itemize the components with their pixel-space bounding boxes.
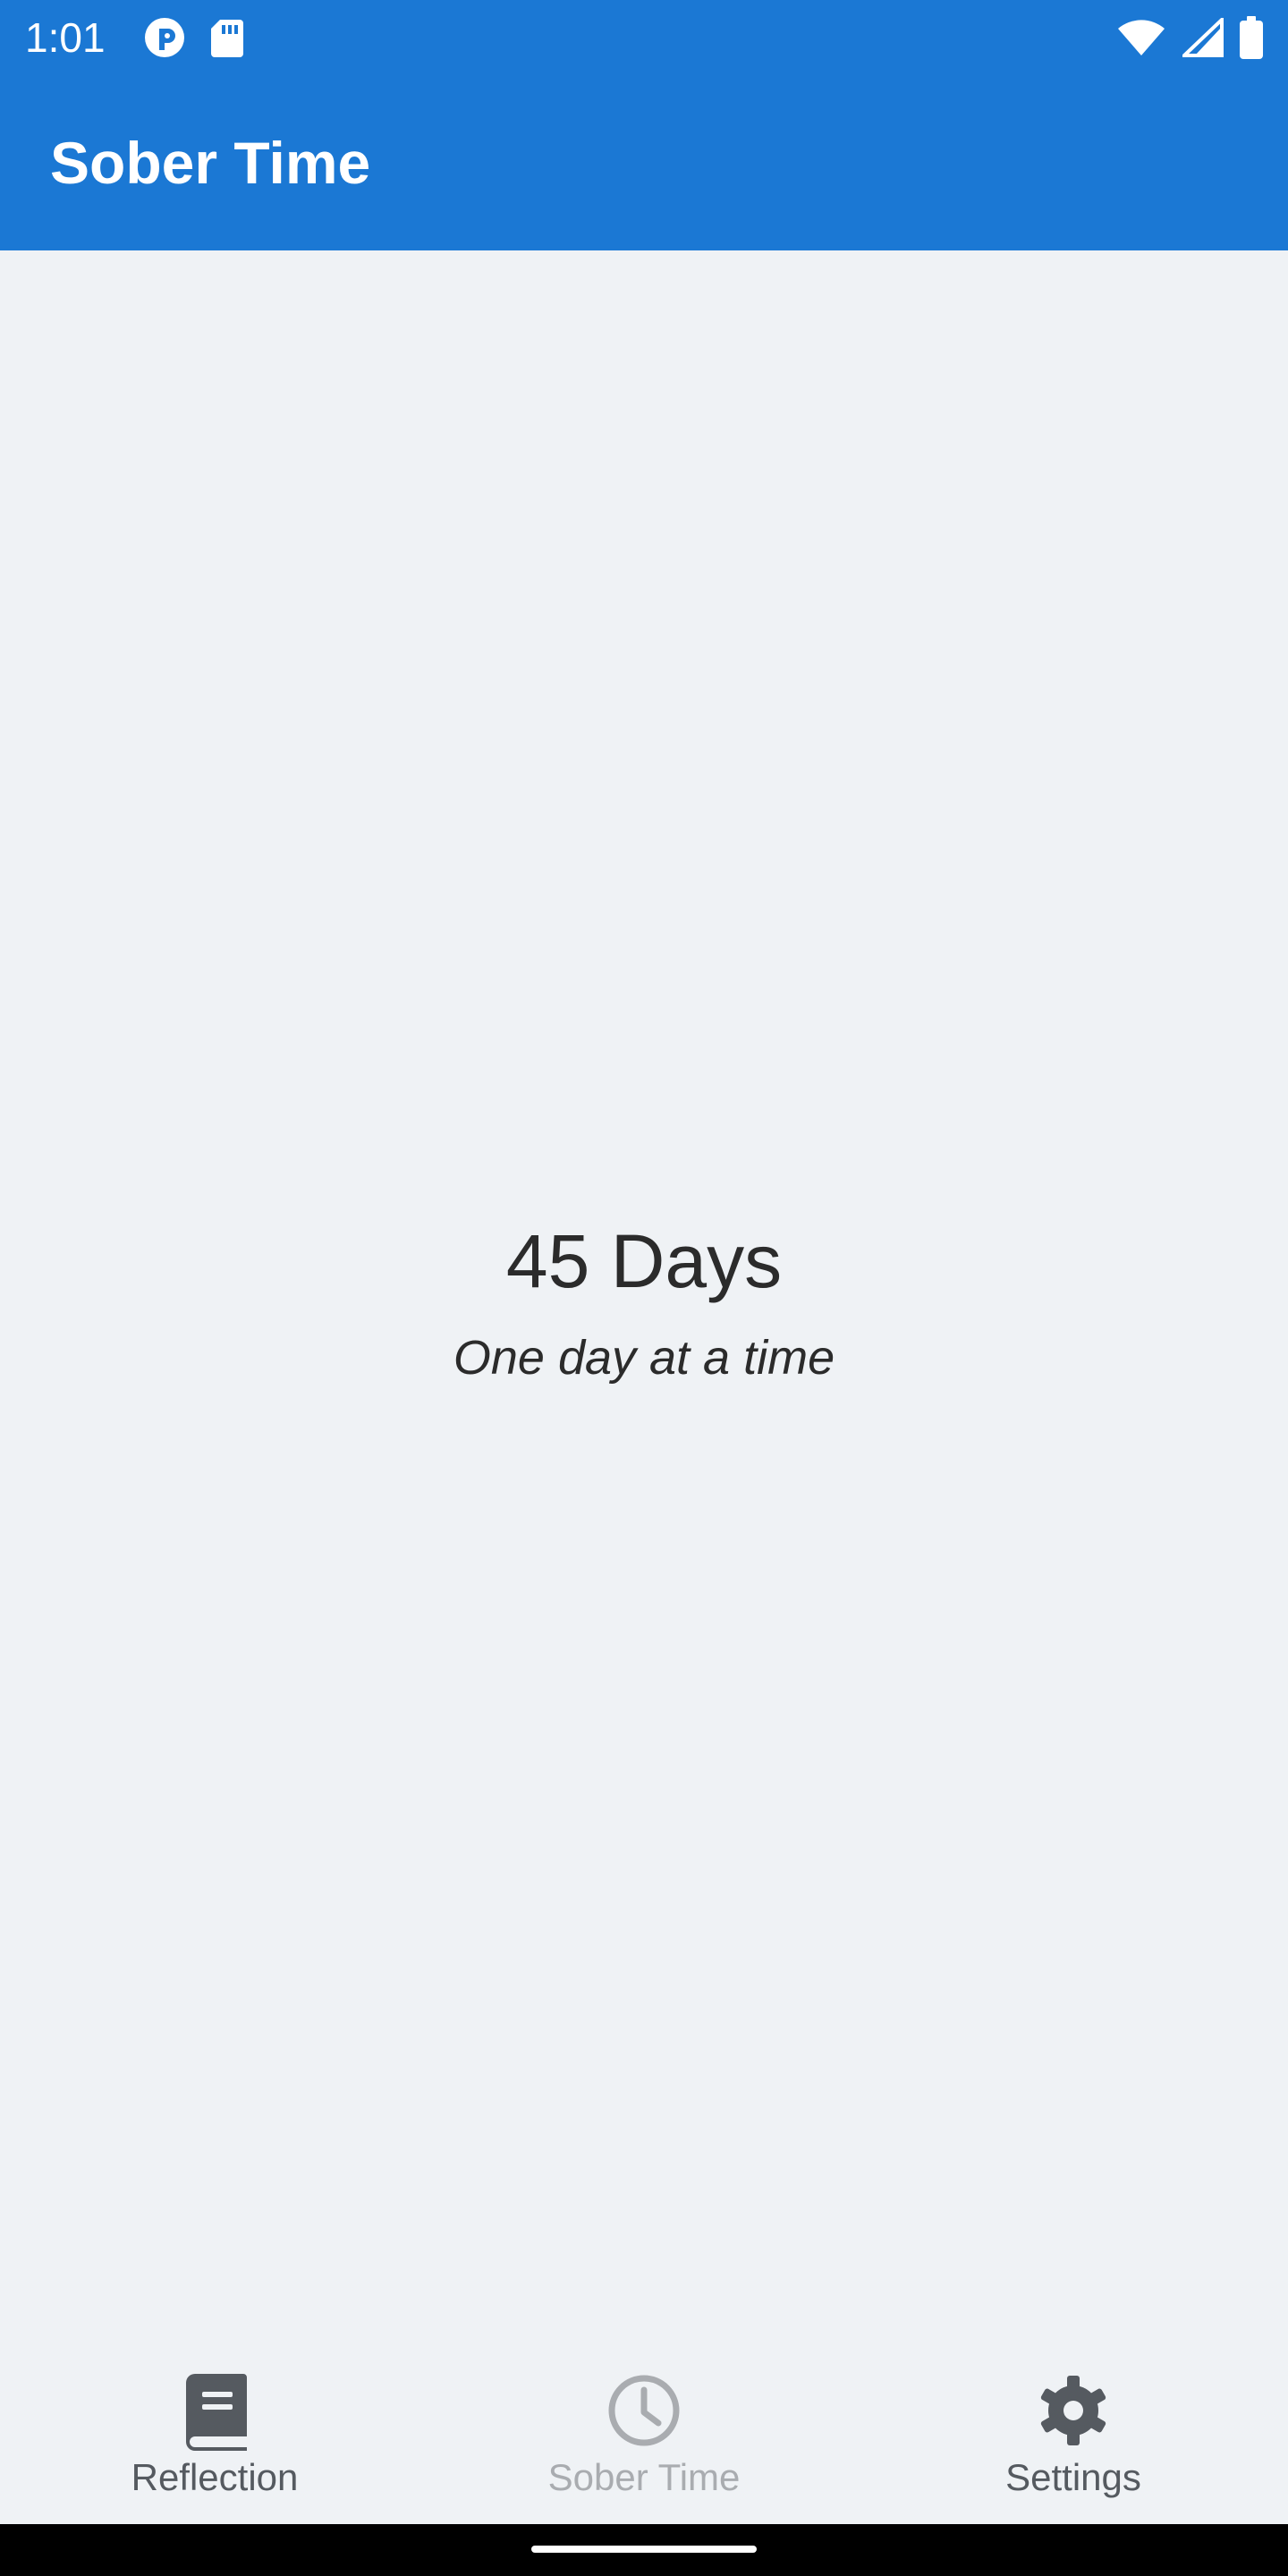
status-right-icons [1116, 16, 1263, 59]
app-root: 1:01 Sober Time 45 Days One day at a tim… [0, 0, 1288, 2576]
cell-signal-icon [1182, 18, 1224, 57]
nav-label-reflection: Reflection [131, 2456, 299, 2498]
system-navigation-bar [0, 2524, 1288, 2576]
status-time: 1:01 [25, 14, 106, 61]
sd-card-icon [209, 16, 245, 59]
home-gesture-handle[interactable] [531, 2546, 757, 2553]
nav-item-sober-time[interactable]: Sober Time [429, 2365, 859, 2524]
nav-label-settings: Settings [1005, 2456, 1141, 2498]
wifi-icon [1116, 18, 1166, 57]
status-bar: 1:01 [0, 0, 1288, 75]
nav-item-settings[interactable]: Settings [859, 2365, 1288, 2524]
nav-label-sober-time: Sober Time [547, 2456, 741, 2498]
sober-time-view: 45 Days One day at a time [0, 250, 1288, 2365]
bottom-navigation: Reflection Sober Time Settings [0, 2365, 1288, 2524]
battery-icon [1240, 16, 1263, 59]
book-icon [179, 2374, 250, 2451]
tasker-icon [143, 16, 186, 59]
sober-days-counter: 45 Days [505, 1219, 783, 1303]
clock-icon [607, 2374, 681, 2447]
status-left-icons [143, 16, 245, 59]
motto-text: One day at a time [453, 1331, 835, 1385]
gear-icon [1037, 2374, 1110, 2447]
app-title: Sober Time [50, 130, 371, 196]
app-bar: Sober Time [0, 75, 1288, 250]
nav-item-reflection[interactable]: Reflection [0, 2365, 429, 2524]
